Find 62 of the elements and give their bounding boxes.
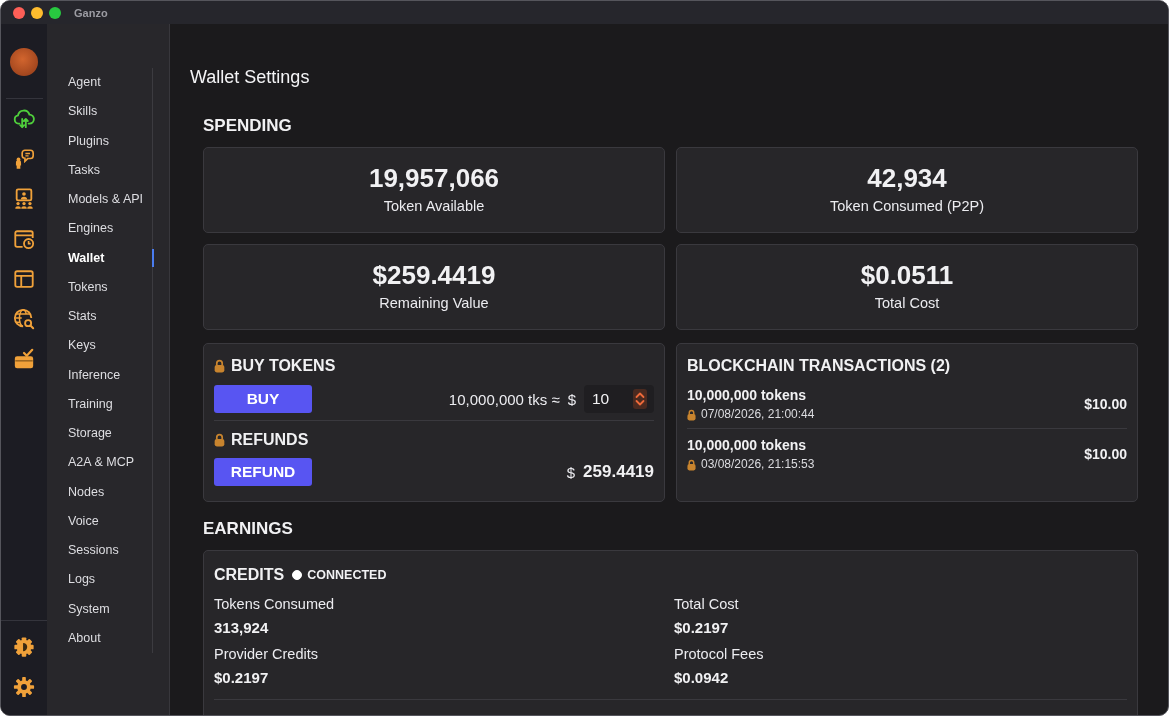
page-title: Wallet Settings bbox=[190, 66, 311, 88]
nav-item[interactable]: Nodes bbox=[47, 477, 152, 507]
stepper-icon[interactable] bbox=[633, 389, 647, 409]
card-heading: BLOCKCHAIN TRANSACTIONS (2) bbox=[687, 355, 951, 376]
stat-label: Token Available bbox=[383, 197, 485, 215]
transaction-tokens: 10,000,000 tokens bbox=[687, 436, 808, 454]
currency-symbol: $ bbox=[567, 390, 576, 408]
transaction-amount: $10.00 bbox=[1084, 446, 1127, 462]
refund-button[interactable]: REFUND bbox=[214, 458, 312, 486]
nav-item[interactable]: Engines bbox=[47, 214, 152, 244]
rate-text: 10,000,000 tks ≈ bbox=[448, 390, 560, 408]
nav-item[interactable]: Tokens bbox=[47, 272, 152, 302]
stat-label: Token Consumed (P2P) bbox=[830, 197, 984, 215]
transaction-date: 07/08/2026, 21:00:44 bbox=[701, 407, 815, 422]
metric-label: Tokens Consumed bbox=[214, 595, 335, 613]
stat-value: 42,934 bbox=[867, 163, 947, 193]
nav-item[interactable]: Inference bbox=[47, 360, 152, 390]
nav-item[interactable]: Skills bbox=[47, 97, 152, 127]
metric-label: Protocol Fees bbox=[674, 645, 764, 663]
nav-item[interactable]: System bbox=[47, 594, 152, 624]
section-heading: SPENDING bbox=[203, 116, 293, 136]
stat-value: $0.0511 bbox=[860, 260, 954, 290]
nav-item[interactable]: Tasks bbox=[47, 155, 152, 185]
nav-item[interactable]: Models & API bbox=[47, 185, 152, 215]
nav-item[interactable]: About bbox=[47, 623, 152, 653]
transaction-tokens: 10,000,000 tokens bbox=[687, 386, 808, 404]
transaction-amount: $10.00 bbox=[1084, 396, 1127, 412]
buy-button[interactable]: BUY bbox=[214, 385, 312, 413]
card-heading: CREDITS bbox=[214, 565, 285, 585]
metric-value: $0.0942 bbox=[674, 668, 729, 687]
status-label: CONNECTED bbox=[307, 568, 387, 582]
nav-item[interactable]: Voice bbox=[47, 506, 152, 536]
close-button[interactable] bbox=[13, 6, 25, 19]
metric-label: Total Cost bbox=[674, 595, 739, 613]
zoom-button[interactable] bbox=[49, 6, 61, 19]
nav-item[interactable]: Storage bbox=[47, 419, 152, 449]
stat-value: 19,957,066 bbox=[368, 163, 500, 193]
window-title: Ganzo bbox=[74, 6, 108, 19]
nav-item[interactable]: Wallet bbox=[47, 243, 152, 273]
metric-value: $0.2197 bbox=[674, 618, 729, 637]
avatar[interactable] bbox=[10, 48, 38, 76]
card-heading: BUY TOKENS bbox=[231, 355, 336, 376]
metric-label: Provider Credits bbox=[214, 645, 318, 663]
transaction-date: 03/08/2026, 21:15:53 bbox=[701, 457, 815, 472]
nav-item[interactable]: Sessions bbox=[47, 536, 152, 566]
nav-item[interactable]: Keys bbox=[47, 331, 152, 361]
stat-label: Total Cost bbox=[874, 294, 940, 312]
metric-value: 313,924 bbox=[214, 618, 269, 637]
nav-item[interactable]: Logs bbox=[47, 565, 152, 595]
stat-label: Remaining Value bbox=[379, 294, 489, 312]
nav-item[interactable]: Plugins bbox=[47, 126, 152, 156]
metric-value: $0.2197 bbox=[214, 668, 269, 687]
nav-item[interactable]: A2A & MCP bbox=[47, 448, 152, 478]
section-heading: EARNINGS bbox=[203, 519, 294, 539]
nav-item[interactable]: Training bbox=[47, 389, 152, 419]
card-heading: REFUNDS bbox=[231, 429, 309, 450]
nav-item[interactable]: Stats bbox=[47, 302, 152, 332]
refund-amount: 259.4419 bbox=[583, 462, 654, 482]
nav-item[interactable]: Agent bbox=[47, 68, 152, 98]
stat-value: $259.4419 bbox=[372, 260, 496, 290]
currency-symbol: $ bbox=[566, 463, 576, 481]
minimize-button[interactable] bbox=[31, 6, 43, 19]
